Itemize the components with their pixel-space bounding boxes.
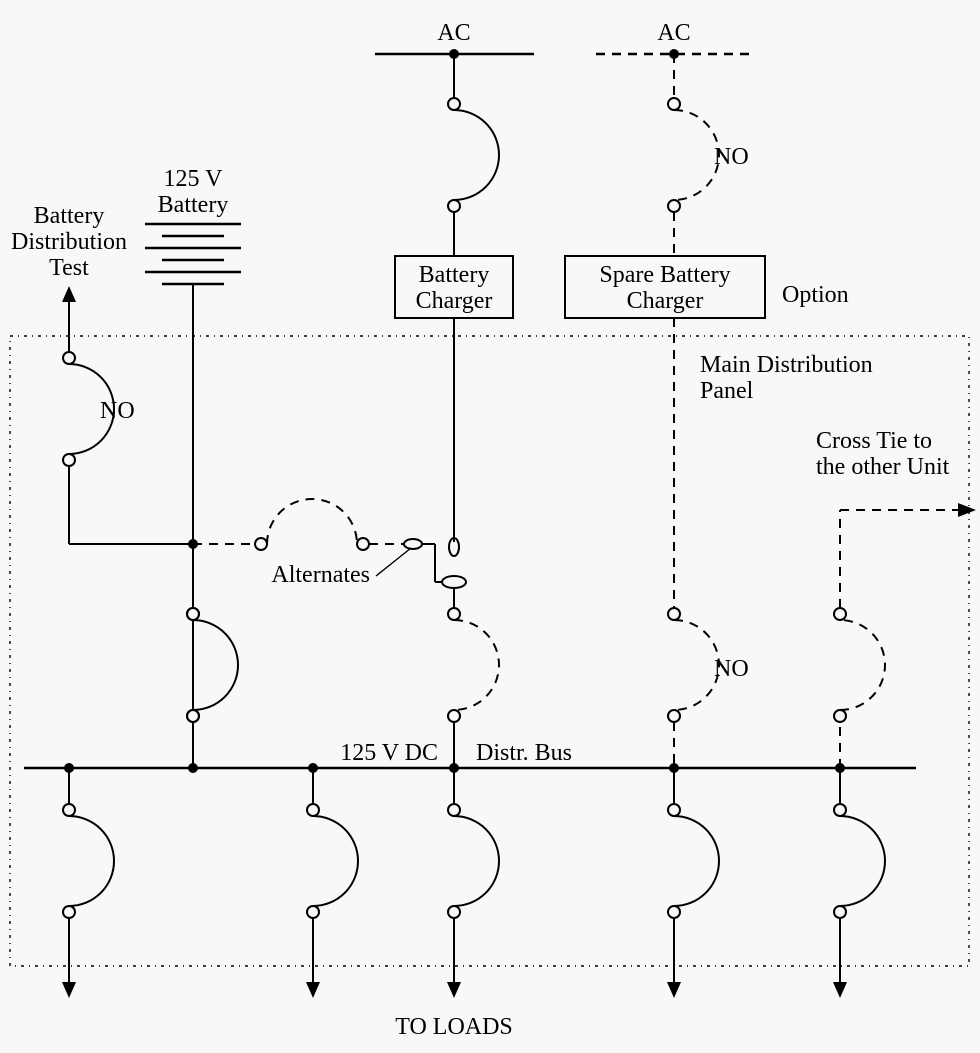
breaker-arc: [674, 620, 719, 710]
crosstie-label-1: Cross Tie to: [816, 428, 932, 454]
charger-label-1: Battery: [419, 262, 490, 288]
test-label-2: Distribution: [11, 229, 127, 255]
breaker-terminal: [255, 538, 267, 550]
spare-label-2: Charger: [627, 288, 704, 314]
battery-volt-label: 125 V: [164, 166, 224, 192]
breaker-terminal: [834, 608, 846, 620]
breaker-arc: [193, 620, 238, 710]
no-label-spare: NO: [714, 656, 749, 682]
no-label-top-right: NO: [714, 144, 749, 170]
breaker-arc: [267, 499, 357, 544]
breaker-terminal: [448, 98, 460, 110]
to-loads-label: TO LOADS: [395, 1014, 513, 1040]
panel-label-1: Main Distribution: [700, 352, 873, 378]
breaker-terminal: [357, 538, 369, 550]
feeder-4: [667, 768, 719, 998]
charger-label-2: Charger: [416, 288, 493, 314]
breaker-terminal: [668, 98, 680, 110]
spare-label-1: Spare Battery: [599, 262, 730, 288]
breaker-terminal: [668, 200, 680, 212]
breaker-arc: [674, 110, 719, 200]
breaker-terminal: [668, 608, 680, 620]
ac-right-label: AC: [657, 20, 690, 46]
crosstie-label-2: the other Unit: [816, 454, 950, 480]
feeder-3: [447, 768, 499, 998]
battery-name-label: Battery: [158, 192, 229, 218]
panel-label-2: Panel: [700, 378, 754, 404]
breaker-terminal: [448, 200, 460, 212]
arrowhead-up: [62, 286, 76, 302]
battery-symbol: [145, 224, 241, 284]
test-label-3: Test: [49, 255, 89, 281]
arrowhead-right: [958, 503, 976, 517]
bus-label-right: Distr. Bus: [476, 740, 572, 766]
breaker-arc: [840, 620, 885, 710]
feeder-2: [306, 768, 358, 998]
breaker-terminal: [63, 352, 75, 364]
feeder-1: [62, 768, 114, 998]
no-label-test: NO: [100, 398, 135, 424]
ac-left-label: AC: [437, 20, 470, 46]
breaker-terminal: [448, 710, 460, 722]
breaker-terminal: [448, 608, 460, 620]
breaker-arc: [454, 620, 499, 710]
alternates-pointer: [376, 548, 411, 576]
breaker-terminal: [668, 710, 680, 722]
node: [188, 763, 198, 773]
alternates-label: Alternates: [271, 562, 370, 588]
winding-horiz: [404, 539, 422, 549]
winding-bottom: [442, 576, 466, 588]
breaker-arc: [454, 110, 499, 200]
test-label-1: Battery: [34, 203, 105, 229]
bus-label-left: 125 V DC: [340, 740, 438, 766]
option-label: Option: [782, 282, 849, 308]
breaker-terminal: [63, 454, 75, 466]
feeder-5: [833, 768, 885, 998]
breaker-terminal: [834, 710, 846, 722]
